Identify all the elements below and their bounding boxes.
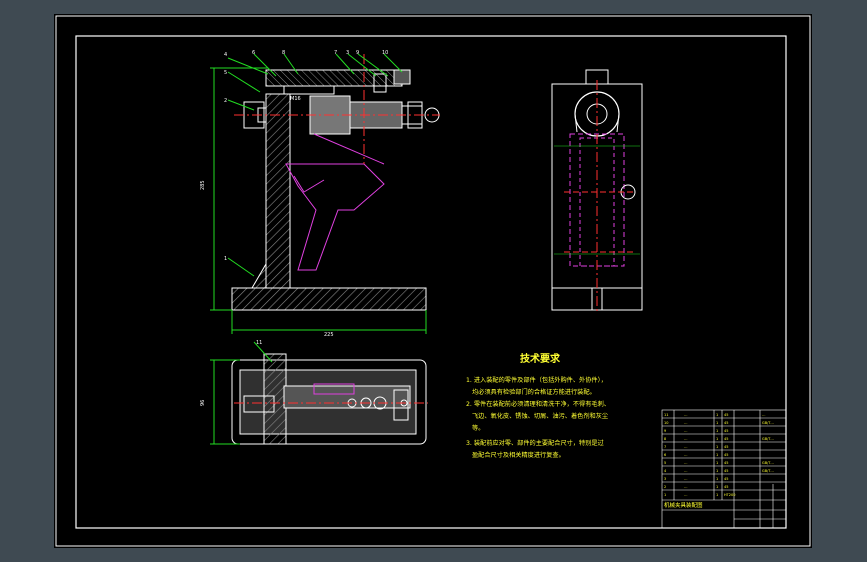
bom-row-no: 10 bbox=[664, 421, 668, 425]
part-number-1: 1 bbox=[224, 256, 227, 262]
bom-row-no: 9 bbox=[664, 429, 666, 433]
tech-line: 等。 bbox=[472, 424, 484, 432]
bom-row-no: 4 bbox=[664, 469, 667, 473]
bom-row-name: … bbox=[684, 437, 688, 441]
part-number-4: 4 bbox=[224, 52, 227, 58]
bom-row-qty: 1 bbox=[716, 421, 718, 425]
bom-row-name: … bbox=[684, 477, 688, 481]
bom-row-qty: 1 bbox=[716, 485, 718, 489]
part-number-3: 3 bbox=[346, 50, 349, 56]
bom-row-qty: 1 bbox=[716, 445, 718, 449]
part-number-7: 7 bbox=[334, 50, 337, 56]
part-number-9: 9 bbox=[356, 50, 359, 56]
outer-border bbox=[55, 15, 811, 547]
bom-row-name: … bbox=[684, 469, 688, 473]
tech-line: 均必须具有检验部门的合格证方能进行装配。 bbox=[472, 388, 596, 396]
bom-row-name: … bbox=[684, 429, 688, 433]
bom-row-qty: 1 bbox=[716, 437, 718, 441]
bom-row-name: … bbox=[684, 461, 688, 465]
bom-row-qty: 1 bbox=[716, 469, 718, 473]
bom-row-material: HT200 bbox=[724, 493, 735, 497]
bom-row-qty: 1 bbox=[716, 429, 718, 433]
part-number-2: 2 bbox=[224, 98, 227, 104]
bom-row-qty: 1 bbox=[716, 453, 718, 457]
bom-row-qty: 1 bbox=[716, 493, 718, 497]
height-dimension: 285 bbox=[200, 180, 206, 190]
tech-line: 飞边、氧化皮、锈蚀、切屑、油污、着色剂和灰尘 bbox=[472, 412, 608, 420]
bom-row-no: 6 bbox=[664, 453, 666, 457]
bom-row-name: … bbox=[684, 453, 688, 457]
drawing-name: 机械夹具装配图 bbox=[664, 501, 703, 509]
drawing-sheet: 4 5 2 1 6 8 7 3 9 10 M16 285 225 96 11 技… bbox=[54, 14, 812, 548]
bom-row-name: … bbox=[684, 493, 688, 497]
plan-depth-dimension: 96 bbox=[200, 400, 206, 406]
bom-row-material: 45 bbox=[724, 485, 728, 489]
tech-line: 2. 零件在装配前必须清理和清洗干净，不得有毛刺、 bbox=[466, 400, 610, 408]
bom-row-material: 45 bbox=[724, 469, 728, 473]
bom-row-qty: 1 bbox=[716, 477, 718, 481]
plan-view bbox=[210, 341, 428, 445]
bom-row-standard: GB/T… bbox=[762, 469, 774, 473]
bom-row-material: 45 bbox=[724, 477, 728, 481]
side-view bbox=[551, 69, 643, 314]
bom-row-name: … bbox=[684, 413, 688, 417]
bom-row-material: 45 bbox=[724, 453, 728, 457]
tech-line: 盈配合尺寸及相关精度进行复查。 bbox=[472, 451, 565, 459]
part-number-11: 11 bbox=[256, 340, 262, 346]
bom-row-material: 45 bbox=[724, 429, 728, 433]
inner-border bbox=[75, 35, 787, 529]
tech-requirements-title: 技术要求 bbox=[520, 352, 561, 365]
bom-row-standard: GB/T… bbox=[762, 461, 774, 465]
bolt-label: M16 bbox=[290, 96, 301, 102]
bom-row-no: 7 bbox=[664, 445, 666, 449]
bom-row-material: 45 bbox=[724, 421, 728, 425]
bom-row-name: … bbox=[684, 421, 688, 425]
assembly-drawing: 4 5 2 1 6 8 7 3 9 10 M16 285 225 96 11 技… bbox=[55, 15, 811, 547]
bom-row-no: 3 bbox=[664, 477, 666, 481]
cad-viewport: 4 5 2 1 6 8 7 3 9 10 M16 285 225 96 11 技… bbox=[0, 0, 867, 562]
part-number-10: 10 bbox=[382, 50, 388, 56]
tech-line: 1. 进入装配的零件及部件（包括外购件、外协件）， bbox=[466, 376, 607, 384]
part-number-5: 5 bbox=[224, 70, 227, 76]
bom-row-no: 8 bbox=[664, 437, 666, 441]
bom-row-qty: 1 bbox=[716, 413, 718, 417]
title-block-rows: 11 10 9 8 7 6 5 4 3 2 1 … … … … … … … … … bbox=[664, 413, 774, 497]
bom-row-name: … bbox=[684, 485, 688, 489]
bom-row-material: 45 bbox=[724, 413, 728, 417]
bom-row-material: 45 bbox=[724, 461, 728, 465]
bom-row-no: 5 bbox=[664, 461, 666, 465]
bom-row-no: 2 bbox=[664, 485, 666, 489]
bom-row-standard: GB/T… bbox=[762, 437, 774, 441]
bom-row-no: 11 bbox=[664, 413, 668, 417]
tech-line: 3. 装配前应对零、部件的主要配合尺寸，特别是过 bbox=[466, 439, 604, 447]
bom-row-no: 1 bbox=[664, 493, 666, 497]
part-number-8: 8 bbox=[282, 50, 285, 56]
part-number-6: 6 bbox=[252, 50, 255, 56]
bom-row-standard: GB/T… bbox=[762, 421, 774, 425]
tech-requirements: 技术要求 1. 进入装配的零件及部件（包括外购件、外协件）， 均必须具有检验部门… bbox=[466, 352, 610, 459]
bom-row-standard: … bbox=[762, 413, 766, 417]
width-dimension: 225 bbox=[324, 332, 334, 338]
bom-row-material: 45 bbox=[724, 437, 728, 441]
bom-row-material: 45 bbox=[724, 445, 728, 449]
bom-row-name: … bbox=[684, 445, 688, 449]
bom-row-qty: 1 bbox=[716, 461, 718, 465]
front-view bbox=[210, 53, 440, 334]
